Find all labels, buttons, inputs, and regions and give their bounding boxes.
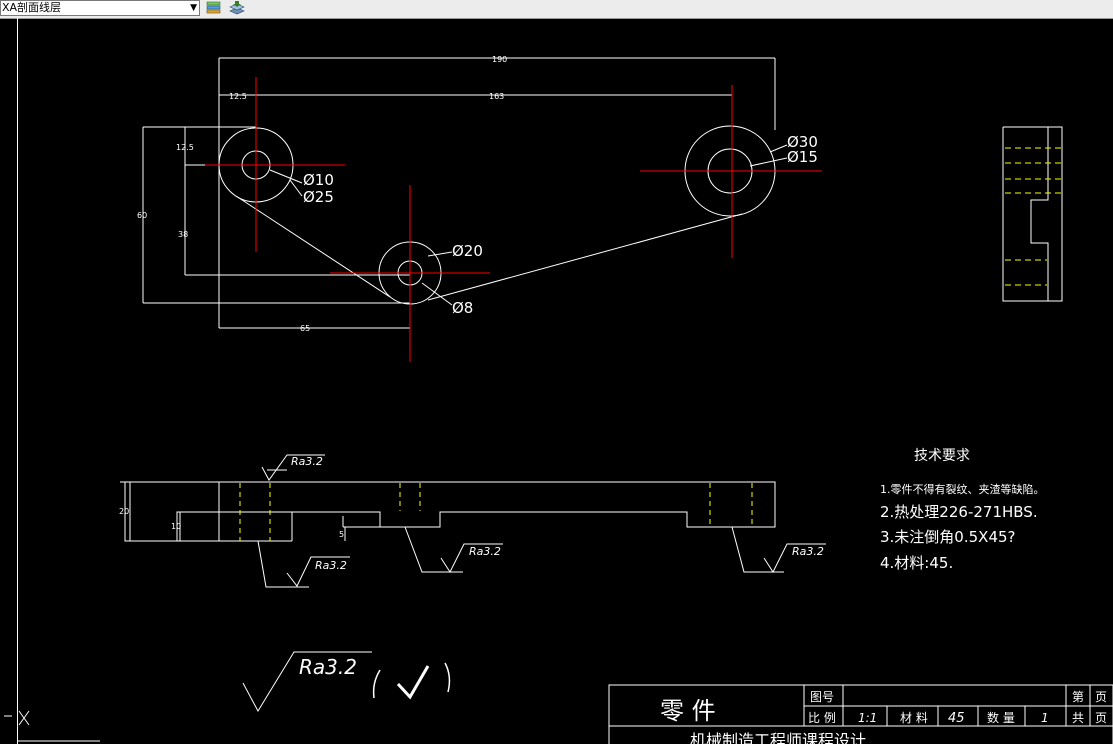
check-mark-icon	[372, 662, 451, 700]
dim-60: 60	[137, 211, 147, 220]
dim-20: 20	[119, 507, 129, 516]
front-view	[120, 469, 784, 588]
label-phi25: Ø25	[303, 188, 334, 206]
tech-requirements: 技术要求 1.零件不得有裂纹、夹渣等缺陷。 2.热处理226-271HBS. 3…	[880, 448, 1045, 572]
ra-label-4: Ra3.2	[792, 545, 824, 558]
dim-190: 190	[492, 55, 507, 64]
diameter-labels: Ø10 Ø25 Ø20 Ø8 Ø30 Ø15	[303, 133, 818, 317]
side-view	[1002, 126, 1063, 302]
title-block-text: 零 件 图号 比 例 1:1 材 料 45 数 量 1 第 共 页 页 机械制造…	[660, 690, 1107, 744]
dim-38: 38	[178, 230, 188, 239]
ra-label-big: Ra3.2	[299, 655, 357, 679]
dim-65: 65	[300, 324, 310, 333]
material-label: 材 料	[900, 711, 928, 725]
ucs-icon	[4, 710, 100, 742]
material-value: 45	[948, 711, 965, 726]
quantity-value: 1	[1041, 711, 1049, 725]
total-label: 共	[1072, 711, 1084, 725]
tech-title: 技术要求	[914, 448, 970, 464]
sheet-label: 第	[1072, 690, 1084, 704]
ra-label-2: Ra3.2	[315, 559, 347, 572]
label-phi8: Ø8	[452, 299, 473, 317]
page-label-1: 页	[1095, 690, 1107, 704]
tuhao-label: 图号	[810, 690, 834, 704]
tech-item-2: 2.热处理226-271HBS.	[880, 503, 1038, 521]
ra-label-1: Ra3.2	[291, 455, 323, 468]
page-label-2: 页	[1095, 711, 1107, 725]
part-name: 零 件	[660, 697, 716, 725]
label-phi10: Ø10	[303, 171, 334, 189]
centerlines	[205, 77, 822, 362]
tech-item-4: 4.材料:45.	[880, 554, 953, 572]
drawing-canvas[interactable]: 190 12.5 163 12.5 60 38 65 Ø10 Ø25 Ø20 Ø…	[0, 0, 1113, 744]
scale-label: 比 例	[808, 711, 836, 725]
tech-item-3: 3.未注倒角0.5X45?	[880, 528, 1016, 546]
roughness-labels: Ra3.2 Ra3.2 Ra3.2 Ra3.2 Ra3.2	[291, 455, 824, 679]
label-phi15: Ø15	[787, 148, 818, 166]
quantity-label: 数 量	[987, 710, 1015, 725]
side-view-hidden	[1005, 147, 1061, 286]
scale-value: 1:1	[858, 711, 877, 725]
dim-163: 163	[489, 92, 504, 101]
dim-12-5-top: 12.5	[229, 92, 247, 101]
dim-5: 5	[339, 530, 344, 539]
tech-item-1: 1.零件不得有裂纹、夹渣等缺陷。	[880, 482, 1045, 496]
title-block-bottom-text: 机械制造工程师课程设计	[690, 731, 866, 744]
ra-label-3: Ra3.2	[469, 545, 501, 558]
dim-12-5-left: 12.5	[176, 143, 194, 152]
label-phi20: Ø20	[452, 242, 483, 260]
dim-10: 10	[171, 522, 181, 531]
